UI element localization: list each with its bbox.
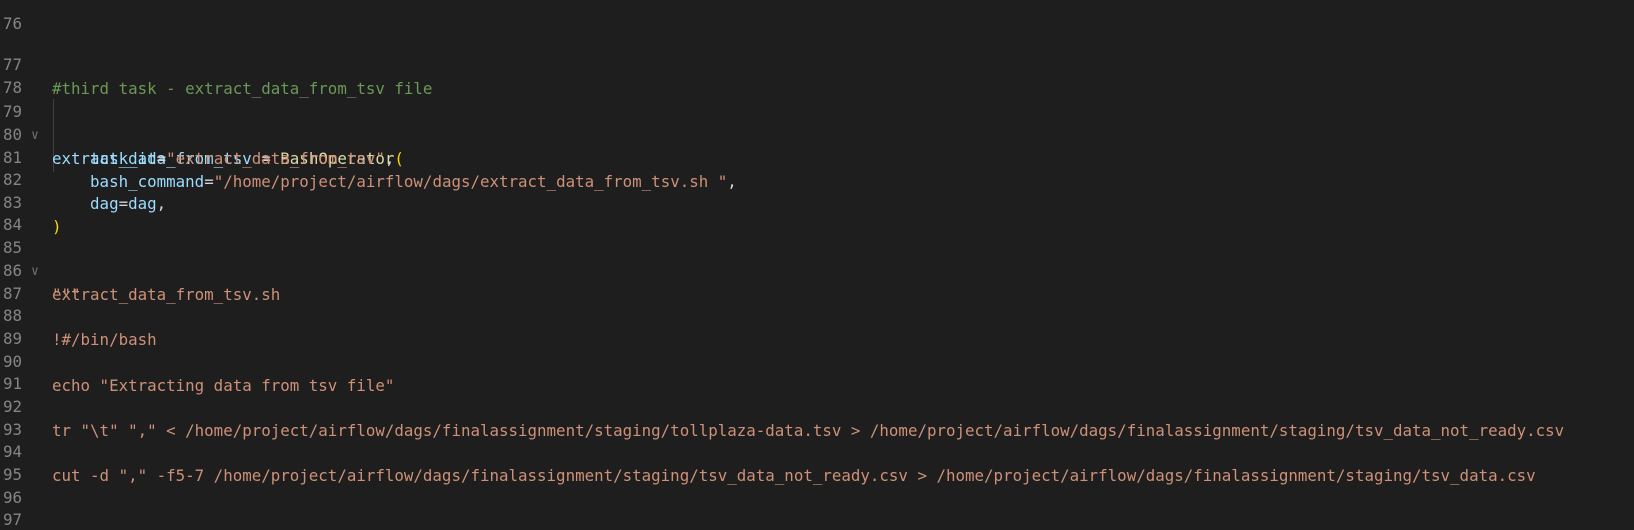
code-editor[interactable]: 76 77 #third task - extract_data_from_ts… <box>0 0 1634 530</box>
code-line[interactable]: 84 <box>0 189 1634 234</box>
code-line[interactable]: 78 <box>0 52 1634 97</box>
code-line[interactable]: 89 <box>0 303 1634 348</box>
code-line[interactable]: 86 extract_data_from_tsv.sh <box>0 235 1634 304</box>
code-line[interactable]: 76 <box>0 0 1634 33</box>
code-line[interactable]: 85 ∨ """ <box>0 212 1634 305</box>
code-line[interactable]: 77 #third task - extract_data_from_tsv f… <box>0 29 1634 98</box>
code-line[interactable]: 83 ) <box>0 167 1634 236</box>
code-line[interactable]: 79 ∨ extract_data_from_tsv = BashOperato… <box>0 76 1634 169</box>
line-number: 97 <box>2 509 22 529</box>
code-line[interactable]: 80 task_id="extract_data_from_tsv", <box>0 99 1634 168</box>
code-line[interactable]: 96 <box>0 462 1634 507</box>
code-line[interactable]: 81 bash_command="/home/project/airflow/d… <box>0 122 1634 191</box>
code-line[interactable]: 92 tr "\t" "," < /home/project/airflow/d… <box>0 371 1634 440</box>
code-line[interactable]: 95 <box>0 439 1634 484</box>
code-line[interactable]: 88 !#/bin/bash <box>0 280 1634 349</box>
code-line[interactable]: 91 <box>0 348 1634 393</box>
code-line[interactable]: 82 dag=dag, <box>0 144 1634 213</box>
code-line[interactable]: 93 <box>0 394 1634 439</box>
code-line[interactable]: 97 """ <box>0 484 1634 529</box>
code-line[interactable]: 94 cut -d "," -f5-7 /home/project/airflo… <box>0 416 1634 485</box>
code-line[interactable]: 87 <box>0 258 1634 303</box>
code-line[interactable]: 90 echo "Extracting data from tsv file" <box>0 326 1634 395</box>
